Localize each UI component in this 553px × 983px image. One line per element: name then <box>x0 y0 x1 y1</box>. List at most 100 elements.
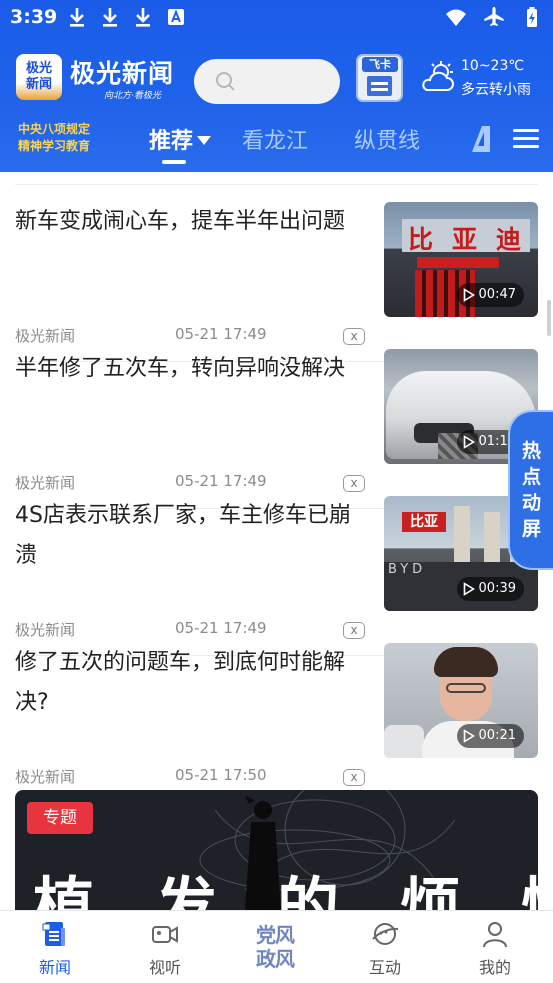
nav-video[interactable]: 视听 <box>110 911 220 983</box>
logo-badge-line1: 极光 <box>25 61 52 76</box>
sign-char: 比 <box>408 225 434 254</box>
news-item[interactable]: 半年修了五次车，转向异响没解决 极光新闻 05-21 17:49 x 01:17 <box>15 349 538 509</box>
sign-char: 亚 <box>452 225 478 254</box>
feika-card-icon <box>367 76 392 96</box>
video-thumbnail[interactable]: 00:21 <box>384 643 538 758</box>
nav-interact[interactable]: 互动 <box>330 911 440 983</box>
nav-video-label: 视听 <box>148 958 181 977</box>
news-item-source: 极光新闻 <box>15 474 76 492</box>
news-item-source: 极光新闻 <box>15 621 76 639</box>
partly-cloudy-icon <box>422 61 454 91</box>
thumbnail-store-sign: 比 亚 迪 <box>402 219 530 254</box>
status-right-icons <box>445 6 543 28</box>
logo-badge-line2: 新闻 <box>25 77 52 92</box>
thumbnail-person-hair <box>434 647 498 677</box>
status-time: 3:39 <box>10 6 58 28</box>
nav-news[interactable]: 新闻 <box>0 911 110 983</box>
feika-button[interactable]: 飞卡 <box>356 54 403 102</box>
app-name: 极光新闻 <box>70 59 175 88</box>
play-icon <box>463 435 475 449</box>
news-item-time: 05-21 17:49 <box>175 325 267 343</box>
news-item-time: 05-21 17:50 <box>175 766 267 784</box>
app-logo-badge: 极光 新闻 <box>16 54 62 100</box>
news-item-title: 4S店表示联系厂家，车主修车已崩溃 <box>15 503 351 568</box>
video-camera-icon <box>152 926 178 943</box>
menu-icon[interactable] <box>513 127 539 151</box>
nav-party-style[interactable]: 党风政风 <box>220 911 330 983</box>
play-icon <box>463 729 475 743</box>
caret-down-icon <box>197 135 212 145</box>
nav-party-style-label: 党风政风 <box>256 923 295 971</box>
dismiss-button[interactable]: x <box>343 769 365 786</box>
special-topic-banner[interactable]: 专题 植发的烦恼 <box>15 790 538 910</box>
thumbnail-car <box>384 725 424 758</box>
feika-label: 飞卡 <box>362 57 398 72</box>
news-item-title: 修了五次的问题车，到底何时能解决? <box>15 650 346 715</box>
thumbnail-building <box>484 512 500 562</box>
play-icon <box>463 288 475 302</box>
news-item-title: 半年修了五次车，转向异响没解决 <box>15 356 346 381</box>
tab-kanlongjiang[interactable]: 看龙江 <box>242 123 308 155</box>
status-left-icons <box>66 6 187 28</box>
sign-char: 迪 <box>496 225 522 254</box>
campaign-line2: 精神学习教育 <box>18 139 91 153</box>
hot-screen-button[interactable]: 热点动屏 <box>508 410 553 570</box>
video-duration: 00:47 <box>478 287 516 302</box>
feed-top-divider <box>15 184 538 185</box>
download-icon <box>70 8 84 27</box>
video-duration-badge: 00:21 <box>456 724 524 748</box>
tab-recommend[interactable]: 推荐 <box>149 123 212 155</box>
notification-a-icon <box>168 9 184 25</box>
banner-tag: 专题 <box>27 802 93 834</box>
dismiss-button[interactable]: x <box>343 475 365 492</box>
download-icon <box>136 8 150 27</box>
dismiss-button[interactable]: x <box>343 622 365 639</box>
chat-planet-icon <box>372 923 399 945</box>
search-icon <box>216 72 235 91</box>
thumbnail-store-sign: 比亚 <box>402 512 446 532</box>
news-item[interactable]: 4S店表示联系厂家，车主修车已崩溃 极光新闻 05-21 17:49 x 比亚 … <box>15 496 538 656</box>
download-icon <box>103 8 117 27</box>
weather-desc: 多云转小雨 <box>461 82 531 98</box>
video-duration: 00:39 <box>478 581 516 596</box>
campaign-banner[interactable]: 中央八项规定 精神学习教育 <box>18 121 90 155</box>
status-bar: 3:39 <box>0 0 553 36</box>
video-duration: 00:21 <box>478 728 516 743</box>
hot-screen-label: 热点动屏 <box>521 440 541 540</box>
tab-partial-icon[interactable] <box>470 124 492 154</box>
search-input[interactable] <box>194 59 340 104</box>
news-item-time: 05-21 17:49 <box>175 619 267 637</box>
person-icon <box>483 922 507 948</box>
news-item[interactable]: 新车变成闹心车，提车半年出问题 极光新闻 05-21 17:49 x 比 亚 迪… <box>15 202 538 362</box>
nav-me[interactable]: 我的 <box>440 911 550 983</box>
news-item-title: 新车变成闹心车，提车半年出问题 <box>15 209 346 234</box>
nav-me-label: 我的 <box>478 958 511 977</box>
airplane-icon <box>484 7 504 26</box>
news-item-time: 05-21 17:49 <box>175 472 267 490</box>
nav-interact-label: 互动 <box>368 958 401 977</box>
app-slogan: 向北方·看极光 <box>104 91 161 101</box>
news-item[interactable]: 修了五次的问题车，到底何时能解决? 极光新闻 05-21 17:50 x 00:… <box>15 643 538 803</box>
campaign-line1: 中央八项规定 <box>18 122 91 136</box>
thumbnail-person-glasses <box>446 683 486 693</box>
video-thumbnail[interactable]: 比 亚 迪 00:47 <box>384 202 538 317</box>
news-icon <box>42 922 65 946</box>
video-duration-badge: 00:39 <box>456 577 524 601</box>
thumbnail-brand-letters: BYD <box>388 562 427 577</box>
video-duration-badge: 00:47 <box>456 283 524 307</box>
thumbnail-led-strip <box>417 257 499 268</box>
news-feed[interactable]: 新车变成闹心车，提车半年出问题 极光新闻 05-21 17:49 x 比 亚 迪… <box>0 172 553 910</box>
weather-temp: 10~23℃ <box>461 58 525 74</box>
tab-zongguanxian[interactable]: 纵贯线 <box>354 123 420 155</box>
nav-news-label: 新闻 <box>38 958 71 977</box>
wifi-icon <box>446 9 466 26</box>
scrollbar-thumb[interactable] <box>547 300 551 336</box>
thumbnail-building <box>454 506 470 566</box>
news-item-source: 极光新闻 <box>15 768 76 786</box>
play-icon <box>463 582 475 596</box>
dismiss-button[interactable]: x <box>343 328 365 345</box>
battery-charging-icon <box>527 7 537 27</box>
app-header: 3:39 极光 新闻 极光新闻 向北方·看极光 飞卡 10~23℃ 多云转小雨 … <box>0 0 553 172</box>
tab-recommend-label: 推荐 <box>149 129 194 154</box>
news-item-source: 极光新闻 <box>15 327 76 345</box>
